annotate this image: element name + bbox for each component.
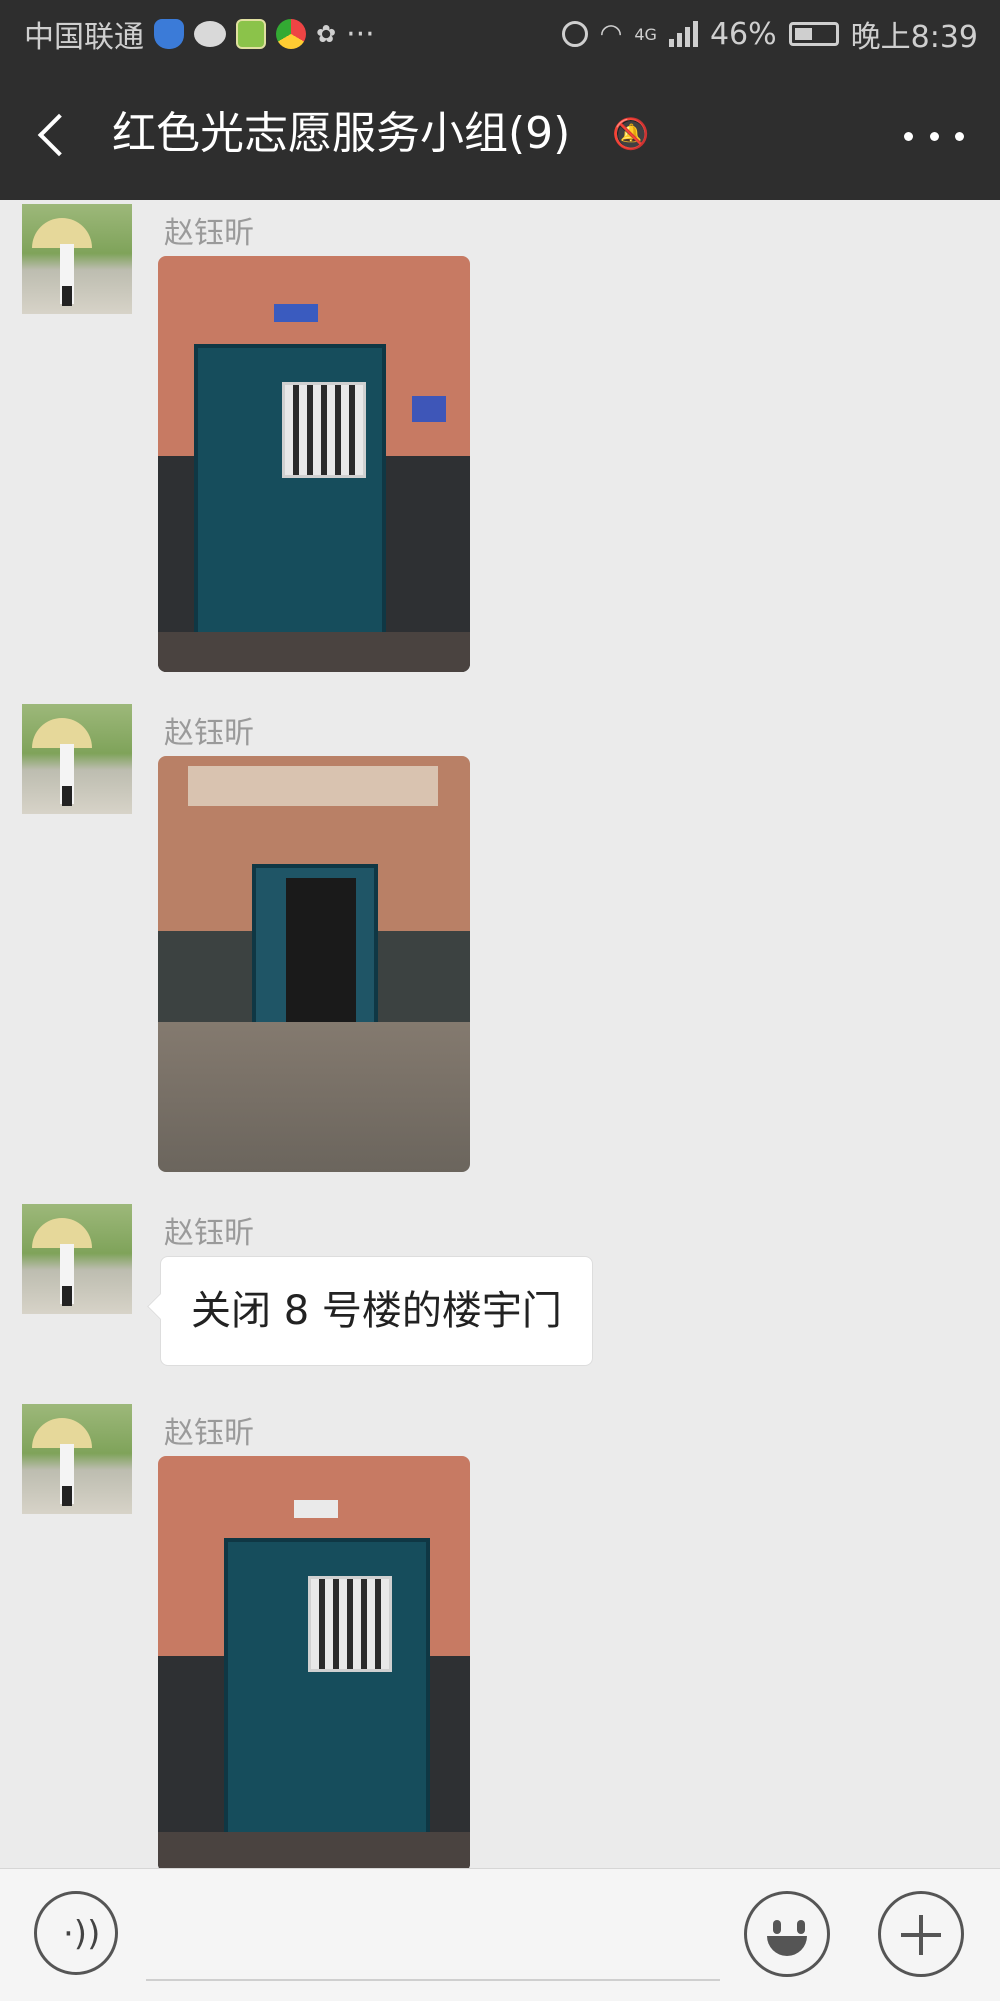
sender-name: 赵钰昕 [164,716,254,751]
signal-icon [668,21,698,47]
image-message[interactable] [158,756,470,1172]
message-input[interactable] [146,1899,720,1981]
avatar[interactable] [22,204,132,314]
status-bar: 中国联通 ✿ ··· ◠ 4G 46% 晚上8:39 [0,0,1000,68]
chat-title: 红色光志愿服务小组(9) [112,108,571,159]
app-notification-icon [236,19,266,49]
wifi-icon: ◠ [599,19,623,49]
battery-percent: 46% [709,16,777,52]
network-type-label: 4G [634,24,657,44]
avatar[interactable] [22,704,132,814]
sender-name: 赵钰昕 [164,1416,254,1451]
browser-icon [276,19,306,49]
avatar[interactable] [22,1204,132,1314]
more-notifications-indicator: ··· [346,16,375,52]
back-button[interactable] [30,106,86,162]
image-message[interactable] [158,1456,470,1872]
image-message[interactable] [158,256,470,672]
voice-icon[interactable]: ·)) [34,1891,118,1975]
huawei-icon: ✿ [316,20,337,48]
chat-header: 红色光志愿服务小组(9) 🔕 [0,68,1000,200]
more-options-button[interactable] [904,116,964,156]
status-bar-right: ◠ 4G 46% 晚上8:39 [561,12,978,56]
text-message-bubble[interactable]: 关闭 8 号楼的楼宇门 [160,1256,593,1366]
avatar[interactable] [22,1404,132,1514]
sender-name: 赵钰昕 [164,216,254,251]
alarm-icon [561,21,588,47]
message-icon [194,21,226,47]
status-bar-left: 中国联通 ✿ ··· [24,12,375,56]
carrier-label: 中国联通 [24,20,144,55]
shield-icon [154,19,184,49]
sender-name: 赵钰昕 [164,1216,254,1251]
clock: 晚上8:39 [850,20,978,55]
battery-icon [788,22,839,46]
emoji-icon[interactable] [744,1891,830,1977]
plus-icon[interactable] [878,1891,964,1977]
input-bar: ·)) [0,1868,1000,2001]
mute-bell-icon: 🔕 [612,117,650,152]
